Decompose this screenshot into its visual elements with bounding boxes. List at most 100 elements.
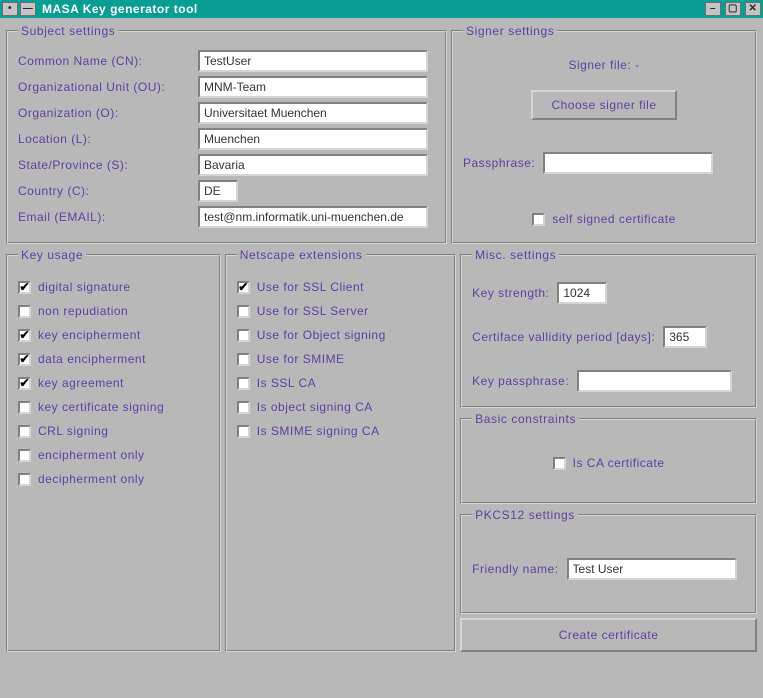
s-input[interactable] [198,154,428,176]
pkcs12-legend: PKCS12 settings [472,508,578,522]
signer-file-label: Signer file: - [568,58,639,72]
netscape-item-label: Is SSL CA [257,376,316,390]
keyusage-item-checkbox[interactable]: ✔ [18,353,31,366]
signer-settings: Signer settings Signer file: - Choose si… [451,24,757,244]
netscape-item-label: Use for SMIME [257,352,345,366]
c-label: Country (C): [18,184,198,198]
netscape-item-row: ✔ Use for SSL Client [237,280,444,294]
ou-label: Organizational Unit (OU): [18,80,198,94]
validity-label: Certiface vallidity period [days]: [472,330,655,344]
keyusage-item-row: key certificate signing [18,400,209,414]
keyusage-item-row: ✔ digital signature [18,280,209,294]
misc-settings: Misc. settings Key strength: Certiface v… [460,248,757,408]
basic-legend: Basic constraints [472,412,579,426]
keyusage-item-row: ✔ key encipherment [18,328,209,342]
maximize-icon[interactable]: ▢ [725,2,741,16]
netscape-item-label: Is object signing CA [257,400,373,414]
keyusage-item-label: key encipherment [38,328,141,342]
isca-checkbox[interactable] [553,457,566,470]
netscape-item-checkbox[interactable] [237,377,250,390]
keyusage-item-checkbox[interactable] [18,449,31,462]
s-label: State/Province (S): [18,158,198,172]
subject-settings: Subject settings Common Name (CN): Organ… [6,24,447,244]
mail-label: Email (EMAIL): [18,210,198,224]
keyusage-item-row: ✔ data encipherment [18,352,209,366]
netscape-item-row: Use for Object signing [237,328,444,342]
keyusage-item-label: decipherment only [38,472,145,486]
key-strength-input[interactable] [557,282,607,304]
keyusage-item-checkbox[interactable] [18,473,31,486]
keyusage-item-checkbox[interactable] [18,425,31,438]
keyusage-item-checkbox[interactable]: ✔ [18,281,31,294]
netscape-item-row: Is object signing CA [237,400,444,414]
signer-passphrase-label: Passphrase: [463,156,535,170]
mail-input[interactable] [198,206,428,228]
misc-legend: Misc. settings [472,248,559,262]
o-label: Organization (O): [18,106,198,120]
key-passphrase-label: Key passphrase: [472,374,569,388]
key-usage: Key usage ✔ digital signature non repudiat… [6,248,221,652]
friendly-name-label: Friendly name: [472,562,558,576]
pkcs12-settings: PKCS12 settings Friendly name: [460,508,757,614]
keyusage-item-row: ✔ key agreement [18,376,209,390]
netscape-item-checkbox[interactable] [237,401,250,414]
keyusage-item-row: decipherment only [18,472,209,486]
netscape-item-checkbox[interactable]: ✔ [237,281,250,294]
o-input[interactable] [198,102,428,124]
netscape-item-label: Is SMIME signing CA [257,424,380,438]
cn-input[interactable] [198,50,428,72]
keyusage-item-label: digital signature [38,280,131,294]
netscape-item-row: Is SMIME signing CA [237,424,444,438]
keyusage-item-label: CRL signing [38,424,108,438]
netscape-item-checkbox[interactable] [237,305,250,318]
netscape-legend: Netscape extensions [237,248,366,262]
netscape-extensions: Netscape extensions ✔ Use for SSL Client U… [225,248,456,652]
close-icon[interactable]: ✕ [745,2,761,16]
ou-input[interactable] [198,76,428,98]
netscape-item-row: Use for SSL Server [237,304,444,318]
titlebar-sys-menu[interactable]: — [20,2,36,16]
netscape-item-checkbox[interactable] [237,329,250,342]
keyusage-item-checkbox[interactable]: ✔ [18,329,31,342]
selfsigned-label: self signed certificate [552,212,676,226]
minimize-icon[interactable]: – [705,2,721,16]
key-passphrase-input[interactable] [577,370,732,392]
signer-legend: Signer settings [463,24,557,38]
keyusage-legend: Key usage [18,248,86,262]
subject-legend: Subject settings [18,24,118,38]
friendly-name-input[interactable] [567,558,737,580]
keyusage-item-checkbox[interactable] [18,401,31,414]
netscape-item-checkbox[interactable] [237,425,250,438]
keyusage-item-label: key certificate signing [38,400,164,414]
netscape-item-row: Use for SMIME [237,352,444,366]
keyusage-item-label: key agreement [38,376,124,390]
keyusage-item-label: data encipherment [38,352,146,366]
netscape-item-label: Use for Object signing [257,328,386,342]
isca-label: Is CA certificate [573,456,665,470]
create-certificate-button[interactable]: Create certificate [460,618,757,652]
netscape-item-checkbox[interactable] [237,353,250,366]
signer-passphrase-input[interactable] [543,152,713,174]
selfsigned-checkbox[interactable] [532,213,545,226]
keyusage-item-checkbox[interactable]: ✔ [18,377,31,390]
keyusage-item-label: non repudiation [38,304,128,318]
titlebar: • — MASA Key generator tool – ▢ ✕ [0,0,763,18]
validity-input[interactable] [663,326,707,348]
netscape-item-label: Use for SSL Client [257,280,364,294]
window-title: MASA Key generator tool [42,2,198,16]
keyusage-item-checkbox[interactable] [18,305,31,318]
c-input[interactable] [198,180,238,202]
keyusage-item-row: CRL signing [18,424,209,438]
key-strength-label: Key strength: [472,286,549,300]
cn-label: Common Name (CN): [18,54,198,68]
netscape-item-row: Is SSL CA [237,376,444,390]
choose-signer-button[interactable]: Choose signer file [531,90,676,120]
basic-constraints: Basic constraints Is CA certificate [460,412,757,504]
l-label: Location (L): [18,132,198,146]
keyusage-item-label: encipherment only [38,448,145,462]
titlebar-sys-dot[interactable]: • [2,2,18,16]
keyusage-item-row: non repudiation [18,304,209,318]
l-input[interactable] [198,128,428,150]
netscape-item-label: Use for SSL Server [257,304,369,318]
keyusage-item-row: encipherment only [18,448,209,462]
